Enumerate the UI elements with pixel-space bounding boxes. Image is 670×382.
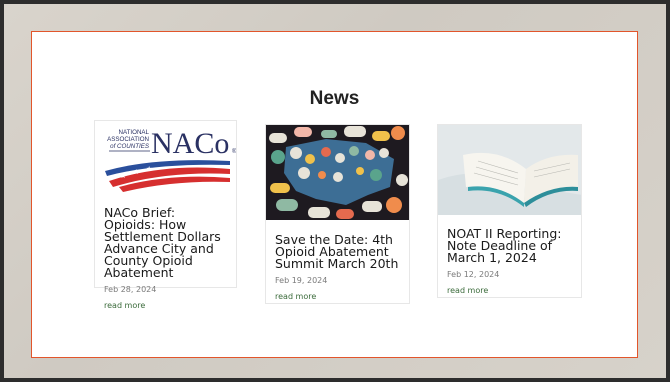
news-card-date: Feb 12, 2024 [447,270,500,279]
svg-text:★: ★ [146,165,152,173]
news-heading: News [309,88,360,109]
svg-text:NACo: NACo [151,127,229,160]
news-card-title[interactable]: Save the Date: 4th Opioid Abatement Summ… [275,233,403,270]
news-card-date: Feb 28, 2024 [104,285,157,294]
pills-map-image [266,125,409,220]
read-more-link[interactable]: read more [275,292,403,301]
news-card-date: Feb 19, 2024 [275,276,328,285]
news-card-2[interactable]: Save the Date: 4th Opioid Abatement Summ… [265,124,410,304]
open-book-illustration [438,125,581,215]
svg-text:NATIONAL: NATIONAL [119,129,150,136]
naco-logo-image: NATIONAL ASSOCIATION of COUNTIES NACo ® … [105,127,236,192]
svg-text:®: ® [232,148,236,155]
news-card-title[interactable]: NOAT II Reporting: Note Deadline of Marc… [447,227,575,264]
book-image [438,125,581,215]
read-more-link[interactable]: read more [104,301,230,310]
pills-map-illustration [269,126,408,219]
news-card-3[interactable]: NOAT II Reporting: Note Deadline of Marc… [437,124,582,298]
svg-text:ASSOCIATION: ASSOCIATION [107,136,149,143]
naco-logo: NATIONAL ASSOCIATION of COUNTIES NACo ® … [95,121,236,194]
svg-text:of COUNTIES: of COUNTIES [110,143,150,150]
svg-text:★: ★ [120,172,126,180]
news-card-1[interactable]: NATIONAL ASSOCIATION of COUNTIES NACo ® … [94,120,237,310]
read-more-link[interactable]: read more [447,286,575,295]
news-card-title[interactable]: NACo Brief: Opioids: How Settlement Doll… [104,206,230,279]
svg-text:★: ★ [133,168,139,176]
